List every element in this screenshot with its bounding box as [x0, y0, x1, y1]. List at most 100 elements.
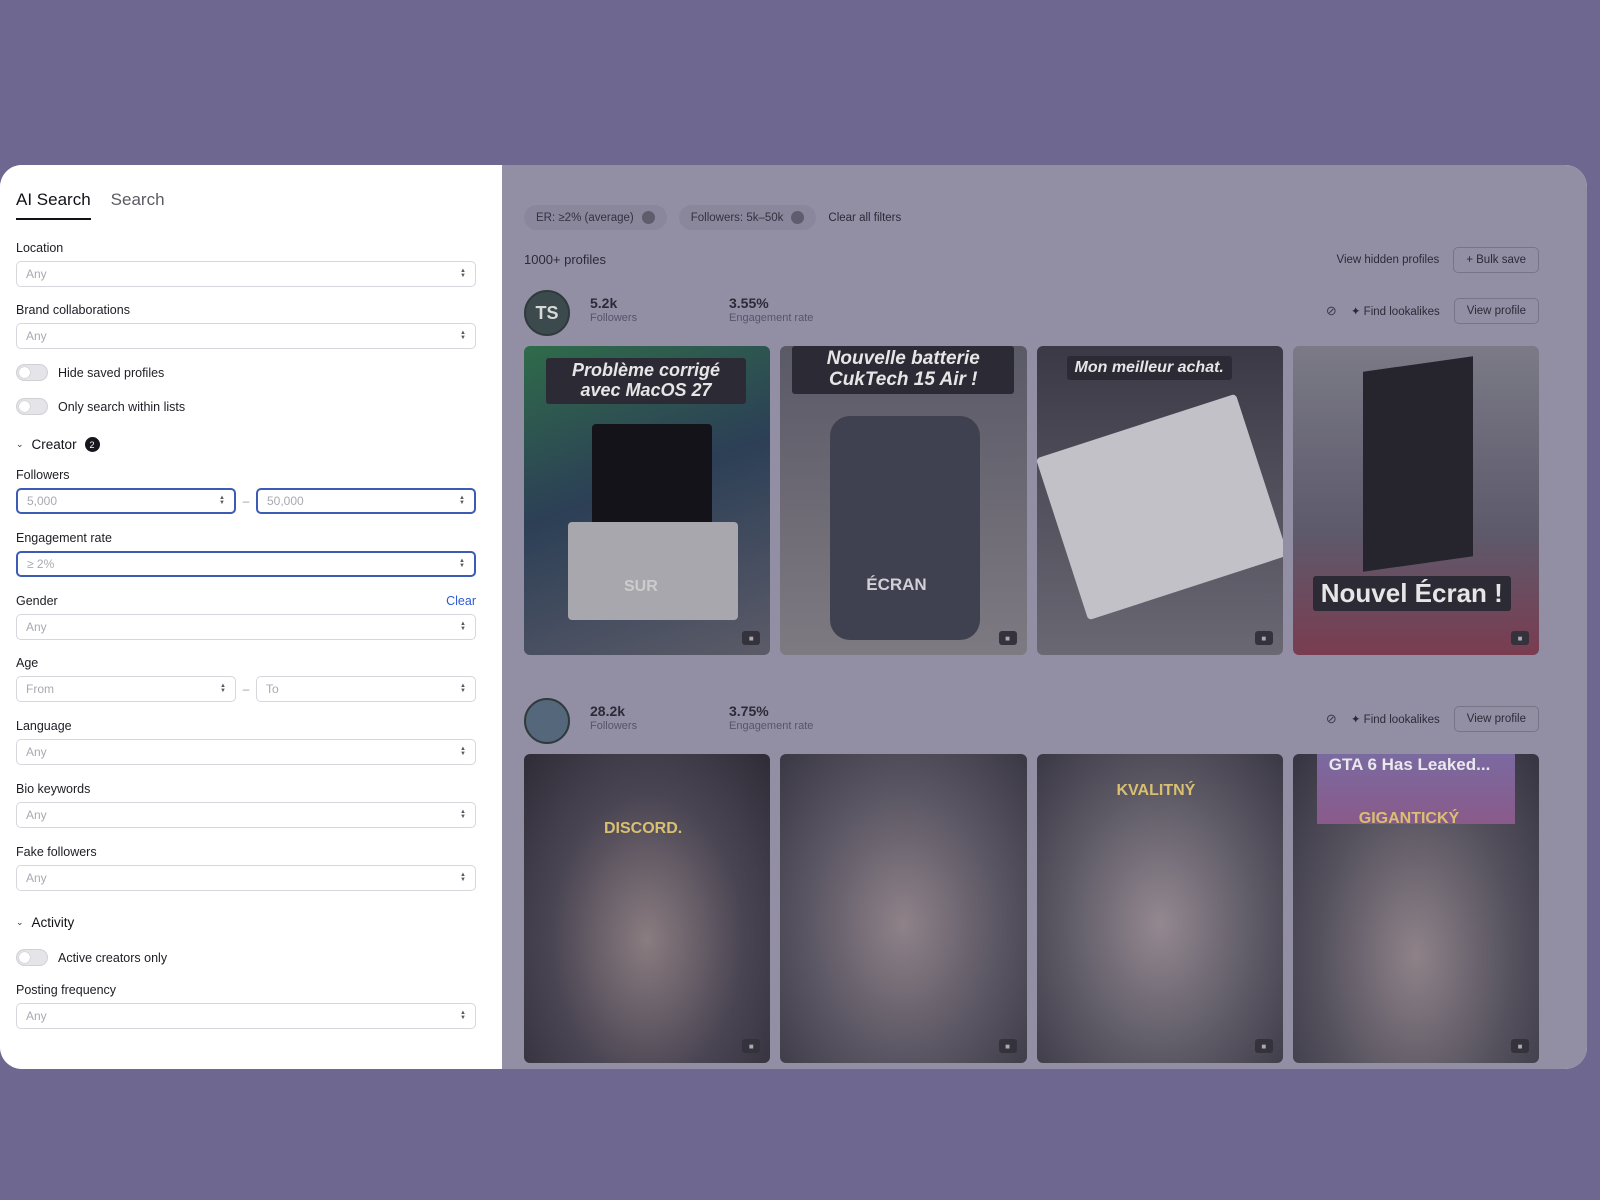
filter-chip-followers[interactable]: Followers: 5k–50k	[678, 205, 817, 230]
chevron-updown-icon: ▲ ▼	[460, 683, 466, 694]
followers-from-value: 5,000	[27, 494, 58, 508]
filter-chip-er-label: ER: ≥2% (average)	[536, 211, 634, 224]
filter-chip-followers-label: Followers: 5k–50k	[690, 211, 784, 224]
tab-ai-search[interactable]: AI Search	[16, 190, 91, 220]
location-label: Location	[16, 241, 64, 255]
results-panel: ER: ≥2% (average) Followers: 5k–50k Clea…	[502, 165, 1587, 1069]
age-to-value: To	[266, 682, 279, 696]
location-select[interactable]: Any ▲ ▼	[16, 261, 476, 287]
gender-select[interactable]: Any ▲ ▼	[16, 614, 476, 640]
chevron-down-icon: ⌄	[16, 439, 24, 449]
language-select[interactable]: Any ▲ ▼	[16, 739, 476, 765]
followers-caption: Followers	[590, 312, 638, 324]
active-creators-row: Active creators only	[16, 949, 167, 966]
activity-section-header[interactable]: ⌄ Activity	[16, 915, 74, 930]
find-lookalikes-link[interactable]: ✦ Find lookalikes	[1351, 304, 1440, 318]
avatar[interactable]	[524, 698, 570, 744]
post-thumbnails: DISCORD. ■ ■ KVALITNÝ ■ GTA 6 Has Leaked…	[524, 754, 1539, 1063]
gender-clear-link[interactable]: Clear	[446, 594, 476, 608]
fake-value: Any	[26, 871, 47, 885]
post-thumbnail[interactable]: ■	[780, 754, 1027, 1063]
post-thumbnail[interactable]: Nouvel Écran ! ■	[1292, 346, 1539, 655]
hide-saved-toggle[interactable]	[16, 364, 48, 381]
age-filter: Age From ▲ ▼ – To ▲ ▼	[16, 656, 476, 702]
fake-label: Fake followers	[16, 845, 97, 859]
followers-stat: 28.2k Followers	[590, 703, 637, 732]
brand-value: Any	[26, 329, 47, 343]
followers-value: 28.2k	[590, 703, 626, 719]
bio-value: Any	[26, 808, 47, 822]
age-from-value: From	[26, 682, 54, 696]
results-count: 1000+ profiles	[524, 252, 607, 267]
remove-icon[interactable]	[791, 211, 805, 224]
post-thumbnail[interactable]: Nouvelle batterie CukTech 15 Air ! ÉCRAN…	[780, 346, 1027, 655]
video-camera-icon: ■	[742, 631, 761, 645]
creator-section-header[interactable]: ⌄ Creator 2	[16, 437, 100, 452]
chevron-updown-icon: ▲ ▼	[219, 495, 225, 506]
post-thumbnail[interactable]: DISCORD. ■	[524, 754, 771, 1063]
filter-chip-er[interactable]: ER: ≥2% (average)	[524, 205, 667, 230]
thumbnail-caption: GTA 6 Has Leaked...	[1328, 755, 1491, 774]
avatar[interactable]: TS	[524, 290, 570, 336]
chevron-updown-icon: ▲ ▼	[459, 495, 465, 506]
engagement-select[interactable]: ≥ 2% ▲ ▼	[16, 551, 476, 577]
followers-to-input[interactable]: 50,000 ▲ ▼	[256, 488, 476, 514]
fake-followers-filter: Fake followers Any ▲ ▼	[16, 845, 476, 891]
search-tabs: AI Search Search	[16, 190, 476, 220]
engagement-value: 3.55%	[729, 295, 769, 311]
find-lookalikes-link[interactable]: ✦ Find lookalikes	[1351, 712, 1440, 726]
fake-select[interactable]: Any ▲ ▼	[16, 865, 476, 891]
bulk-save-button[interactable]: + Bulk save	[1453, 247, 1539, 273]
remove-icon[interactable]	[641, 211, 655, 224]
followers-to-value: 50,000	[267, 494, 304, 508]
thumbnail-caption: Problème corrigé avec MacOS 27	[546, 358, 746, 404]
gender-label-row: Gender Clear	[16, 594, 476, 608]
engagement-caption: Engagement rate	[729, 720, 814, 732]
age-from-select[interactable]: From ▲ ▼	[16, 676, 236, 702]
clear-all-filters-link[interactable]: Clear all filters	[828, 212, 901, 224]
post-thumbnail[interactable]: GTA 6 Has Leaked... GIGANTICKÝ ■	[1292, 754, 1539, 1063]
post-thumbnail[interactable]: Mon meilleur achat. ■	[1036, 346, 1283, 655]
engagement-stat: 3.55% Engagement rate	[729, 295, 813, 324]
engagement-caption: Engagement rate	[729, 312, 814, 324]
view-profile-button[interactable]: View profile	[1453, 298, 1539, 324]
creator-count-badge: 2	[84, 437, 100, 452]
followers-from-input[interactable]: 5,000 ▲ ▼	[16, 488, 236, 514]
profile-actions: ⊘ ✦ Find lookalikes View profile	[1326, 298, 1539, 324]
age-label: Age	[16, 656, 39, 670]
location-value: Any	[26, 267, 47, 281]
find-lookalikes-label: Find lookalikes	[1363, 306, 1440, 318]
only-lists-toggle[interactable]	[16, 398, 48, 415]
bio-select[interactable]: Any ▲ ▼	[16, 802, 476, 828]
hide-eye-icon[interactable]: ⊘	[1326, 303, 1337, 319]
hide-eye-icon[interactable]: ⊘	[1326, 711, 1337, 727]
chevron-updown-icon: ▲ ▼	[460, 330, 466, 341]
post-thumbnail[interactable]: Problème corrigé avec MacOS 27 SUR ■	[524, 346, 771, 655]
thumbnail-caption: DISCORD.	[604, 820, 683, 837]
video-camera-icon: ■	[1511, 1039, 1529, 1053]
power-bank	[830, 416, 981, 640]
chevron-updown-icon: ▲ ▼	[220, 683, 226, 694]
brand-select[interactable]: Any ▲ ▼	[16, 323, 476, 349]
only-lists-row: Only search within lists	[16, 398, 185, 415]
bio-filter: Bio keywords Any ▲ ▼	[16, 782, 476, 828]
followers-caption: Followers	[590, 720, 638, 732]
chevron-updown-icon: ▲ ▼	[460, 809, 466, 820]
view-profile-button[interactable]: View profile	[1453, 706, 1539, 732]
language-label: Language	[16, 719, 72, 733]
posting-select[interactable]: Any ▲ ▼	[16, 1003, 476, 1029]
sparkle-icon: ✦	[1350, 306, 1361, 318]
results-actions: View hidden profiles + Bulk save	[1337, 247, 1539, 273]
thumbnail-caption: Mon meilleur achat.	[1066, 356, 1232, 380]
tab-search[interactable]: Search	[111, 190, 165, 220]
posting-label: Posting frequency	[16, 983, 117, 997]
profile-actions: ⊘ ✦ Find lookalikes View profile	[1326, 706, 1539, 732]
age-to-select[interactable]: To ▲ ▼	[256, 676, 476, 702]
chevron-updown-icon: ▲ ▼	[460, 621, 466, 632]
engagement-label: Engagement rate	[16, 531, 112, 545]
post-thumbnail[interactable]: KVALITNÝ ■	[1036, 754, 1283, 1063]
view-hidden-profiles-link[interactable]: View hidden profiles	[1337, 254, 1440, 266]
active-creators-label: Active creators only	[58, 950, 168, 965]
active-creators-toggle[interactable]	[16, 949, 48, 966]
video-camera-icon: ■	[1511, 631, 1529, 645]
